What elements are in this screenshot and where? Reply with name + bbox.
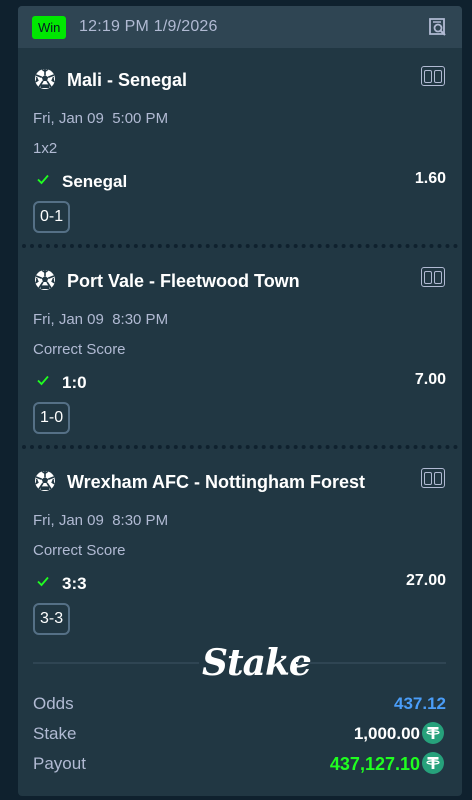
scoreboard-icon[interactable] — [421, 267, 445, 287]
soccer-ball-icon — [35, 270, 55, 290]
bet-header: Win 12:19 PM 1/9/2026 — [18, 6, 462, 48]
total-odds-value: 437.12 — [394, 694, 446, 713]
divider — [22, 445, 458, 449]
match-date: Fri, Jan 09 5:00 PM — [33, 110, 169, 127]
stake-label: Stake — [33, 724, 77, 743]
market-name: 1x2 — [33, 140, 58, 157]
divider — [22, 244, 458, 248]
match-date: Fri, Jan 09 8:30 PM — [33, 311, 169, 328]
stake-value: 1,000.00 — [353, 724, 420, 743]
selection-name: Senegal — [62, 172, 128, 191]
scoreboard-icon[interactable] — [421, 66, 445, 86]
selection-odds: 27.00 — [405, 572, 446, 589]
soccer-ball-icon — [35, 471, 55, 491]
match-date: Fri, Jan 09 8:30 PM — [33, 512, 169, 529]
final-score: 3-3 — [33, 603, 71, 635]
bet-datetime: 12:19 PM 1/9/2026 — [79, 18, 218, 35]
payout-label: Payout — [33, 754, 86, 773]
footer-divider — [296, 662, 446, 664]
check-icon — [37, 576, 49, 587]
bet-leg: Port Vale - Fleetwood Town Fri, Jan 09 8… — [18, 249, 462, 449]
market-name: Correct Score — [33, 542, 126, 559]
tether-usdt-icon — [422, 752, 444, 774]
bet-leg: Mali - Senegal Fri, Jan 09 5:00 PM 1x2 S… — [18, 48, 462, 248]
selection-name: 1:0 — [62, 373, 87, 392]
final-score: 0-1 — [33, 201, 71, 233]
bet-slip-card: Win 12:19 PM 1/9/2026 Mali - Senegal Fri… — [18, 6, 462, 796]
tether-usdt-icon — [422, 722, 444, 744]
market-name: Correct Score — [33, 341, 126, 358]
total-odds-label: Odds — [33, 694, 74, 713]
payout-value: 437,127.10 — [329, 754, 420, 774]
match-title[interactable]: Wrexham AFC - Nottingham Forest — [67, 472, 365, 493]
selection-odds: 1.60 — [414, 170, 446, 187]
check-icon — [37, 375, 49, 386]
final-score: 1-0 — [33, 402, 71, 434]
receipt-search-icon[interactable] — [428, 17, 448, 37]
bet-leg: Wrexham AFC - Nottingham Forest Fri, Jan… — [18, 450, 462, 650]
scoreboard-icon[interactable] — [421, 468, 445, 488]
soccer-ball-icon — [35, 69, 55, 89]
selection-name: 3:3 — [62, 574, 87, 593]
stake-logo: Stake — [202, 642, 312, 684]
selection-odds: 7.00 — [414, 371, 446, 388]
footer-divider — [33, 662, 199, 664]
match-title[interactable]: Port Vale - Fleetwood Town — [67, 271, 300, 292]
check-icon — [37, 174, 49, 185]
win-badge: Win — [32, 16, 67, 39]
match-title[interactable]: Mali - Senegal — [67, 70, 187, 91]
